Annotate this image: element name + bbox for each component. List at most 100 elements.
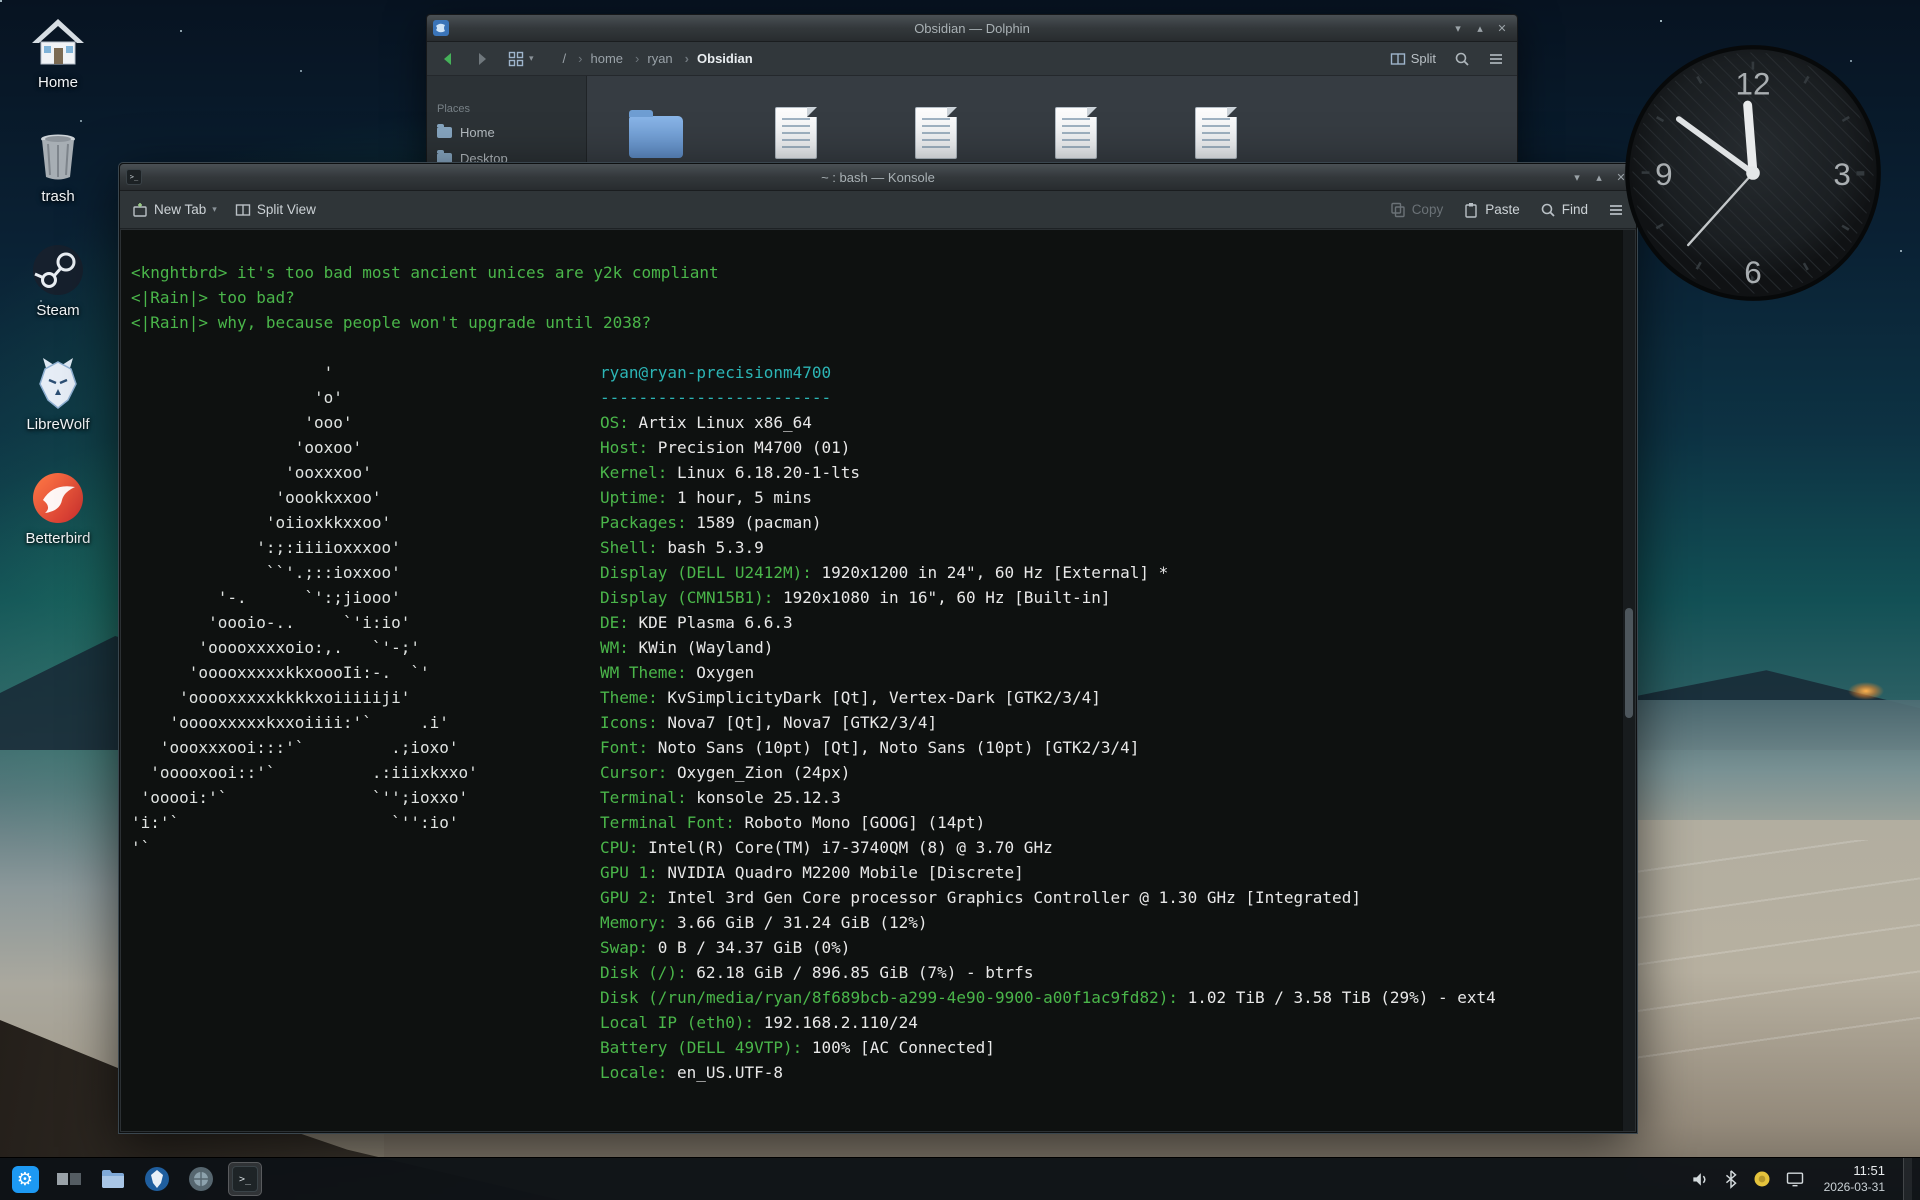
place-icon xyxy=(437,127,452,138)
places-row: Places xyxy=(427,99,586,119)
minimize-button[interactable]: ▾ xyxy=(1449,19,1467,37)
fetch-label: WM: xyxy=(600,638,629,657)
close-button[interactable]: ✕ xyxy=(1493,19,1511,37)
minimize-button[interactable]: ▾ xyxy=(1568,168,1586,186)
copy-icon xyxy=(1390,202,1406,218)
fetch-line: Disk (/):62.18 GiB / 896.85 GiB (7%) - b… xyxy=(600,960,1496,985)
back-button[interactable] xyxy=(435,48,461,70)
copy-button[interactable]: Copy xyxy=(1390,202,1444,218)
fetch-line: CPU:Intel(R) Core(TM) i7-3740QM (8) @ 3.… xyxy=(600,835,1496,860)
forward-button[interactable] xyxy=(469,48,495,70)
network-icon[interactable] xyxy=(1785,1169,1805,1189)
new-tab-button[interactable]: New Tab ▾ xyxy=(132,202,217,218)
fetch-label: Disk (/run/media/ryan/8f689bcb-a299-4e90… xyxy=(600,988,1178,1007)
librewolf-icon xyxy=(30,356,86,412)
fetch-value: 1589 (pacman) xyxy=(696,513,821,532)
split-label: Split xyxy=(1411,51,1436,66)
taskbar: ⚙ >_ xyxy=(0,1157,1920,1200)
browser-globe-icon xyxy=(188,1166,214,1192)
maximize-button[interactable]: ▴ xyxy=(1590,168,1608,186)
search-icon xyxy=(1454,51,1470,67)
fetch-label: ryan@ryan-precisionm4700 xyxy=(600,363,831,382)
terminal-scrollbar[interactable] xyxy=(1622,230,1635,1131)
desktop-icon-librewolf[interactable]: LibreWolf xyxy=(12,356,104,433)
scrollbar-thumb[interactable] xyxy=(1625,608,1633,718)
fetch-value: bash 5.3.9 xyxy=(667,538,763,557)
fetch-line: Local IP (eth0):192.168.2.110/24 xyxy=(600,1010,1496,1035)
file-item[interactable] xyxy=(907,104,965,162)
fetch-line: Shell: bash 5.3.9 xyxy=(600,535,1496,560)
fetch-label: Local IP (eth0): xyxy=(600,1013,754,1032)
new-tab-icon xyxy=(132,202,148,218)
fetch-line: Display (CMN15B1):1920x1080 in 16", 60 H… xyxy=(600,585,1496,610)
web-browser-launcher[interactable] xyxy=(184,1162,218,1196)
terminal-area[interactable]: <knghtbrd> it's too bad most ancient uni… xyxy=(121,230,1635,1131)
betterbird-icon xyxy=(30,470,86,526)
paste-button[interactable]: Paste xyxy=(1463,202,1520,218)
file-item[interactable] xyxy=(1187,104,1245,162)
file-item[interactable] xyxy=(1047,104,1105,162)
fetch-line: Packages:1589 (pacman) xyxy=(600,510,1496,535)
breadcrumb-item[interactable]: / xyxy=(561,49,569,68)
fetch-line: Disk (/run/media/ryan/8f689bcb-a299-4e90… xyxy=(600,985,1496,1010)
file-item[interactable] xyxy=(767,104,825,162)
maximize-button[interactable]: ▴ xyxy=(1471,19,1489,37)
file-item[interactable] xyxy=(627,104,685,162)
desktop-icon-trash[interactable]: trash xyxy=(12,128,104,205)
desktop-icon-label: Steam xyxy=(12,302,104,319)
fetch-line: DE:KDE Plasma 6.6.3 xyxy=(600,610,1496,635)
app-launcher-button[interactable]: ⚙ xyxy=(8,1162,42,1196)
close-button[interactable]: ✕ xyxy=(1612,168,1630,186)
split-view-icon xyxy=(235,202,251,218)
taskbar-clock[interactable]: 11:51 2026-03-31 xyxy=(1824,1163,1885,1194)
bluetooth-icon[interactable] xyxy=(1723,1169,1739,1189)
fetch-value: 62.18 GiB / 896.85 GiB (7%) - btrfs xyxy=(696,963,1033,982)
desktop-icon-home[interactable]: Home xyxy=(12,14,104,91)
fetch-value: Intel(R) Core(TM) i7-3740QM (8) @ 3.70 G… xyxy=(648,838,1053,857)
fetch-label: Display (CMN15B1): xyxy=(600,588,773,607)
konsole-icon: >_ xyxy=(232,1166,258,1192)
fetch-label: ------------------------ xyxy=(600,388,831,407)
breadcrumb-item[interactable]: ryan xyxy=(625,49,675,68)
konsole-titlebar[interactable]: >_ ~ : bash — Konsole ▾ ▴ ✕ xyxy=(120,164,1636,191)
search-button[interactable] xyxy=(1449,48,1475,70)
find-button[interactable]: Find xyxy=(1540,202,1588,218)
fetch-line: Cursor:Oxygen_Zion (24px) xyxy=(600,760,1496,785)
paste-icon xyxy=(1463,202,1479,218)
desktop-icon-label: trash xyxy=(12,188,104,205)
dolphin-titlebar[interactable]: Obsidian — Dolphin ▾ ▴ ✕ xyxy=(427,15,1517,42)
fetch-value: Oxygen xyxy=(696,663,754,682)
place-label: Places xyxy=(437,103,470,115)
fetch-line: Theme:KvSimplicityDark [Qt], Vertex-Dark… xyxy=(600,685,1496,710)
fetch-value: 3.66 GiB / 31.24 GiB (12%) xyxy=(677,913,927,932)
clipboard-tray-icon[interactable] xyxy=(1752,1169,1772,1189)
fetch-line: Terminal:konsole 25.12.3 xyxy=(600,785,1496,810)
desktop-icon-steam[interactable]: Steam xyxy=(12,242,104,319)
places-row[interactable]: Home xyxy=(427,119,586,145)
virtual-desktop-pager[interactable] xyxy=(52,1162,86,1196)
show-desktop-button[interactable] xyxy=(1903,1158,1912,1200)
file-glyph-icon xyxy=(629,116,683,158)
breadcrumb-item[interactable]: home xyxy=(568,49,625,68)
desktop-icon-betterbird[interactable]: Betterbird xyxy=(12,470,104,547)
irc-line: <|Rain|> too bad? xyxy=(131,285,719,310)
desktop-icon-label: Betterbird xyxy=(12,530,104,547)
dropdown-arrow-icon: ▾ xyxy=(529,53,534,64)
fetch-line: OS:Artix Linux x86_64 xyxy=(600,410,1496,435)
split-button[interactable]: Split xyxy=(1385,48,1441,70)
hamburger-menu-icon xyxy=(1488,51,1504,67)
konsole-task-button[interactable]: >_ xyxy=(228,1162,262,1196)
split-view-label: Split View xyxy=(257,202,316,217)
clock-date: 2026-03-31 xyxy=(1824,1180,1885,1195)
breadcrumb-item[interactable]: Obsidian xyxy=(675,49,755,68)
clock-number-6: 6 xyxy=(1744,255,1761,290)
view-mode-button[interactable]: ▾ xyxy=(503,48,539,70)
volume-icon[interactable] xyxy=(1690,1169,1710,1189)
paste-label: Paste xyxy=(1485,202,1520,217)
split-view-button[interactable]: Split View xyxy=(235,202,316,218)
fetch-label: Shell: xyxy=(600,538,658,557)
file-manager-launcher[interactable] xyxy=(96,1162,130,1196)
konsole-app-icon: >_ xyxy=(126,169,142,185)
librewolf-launcher[interactable] xyxy=(140,1162,174,1196)
menu-button[interactable] xyxy=(1483,48,1509,70)
